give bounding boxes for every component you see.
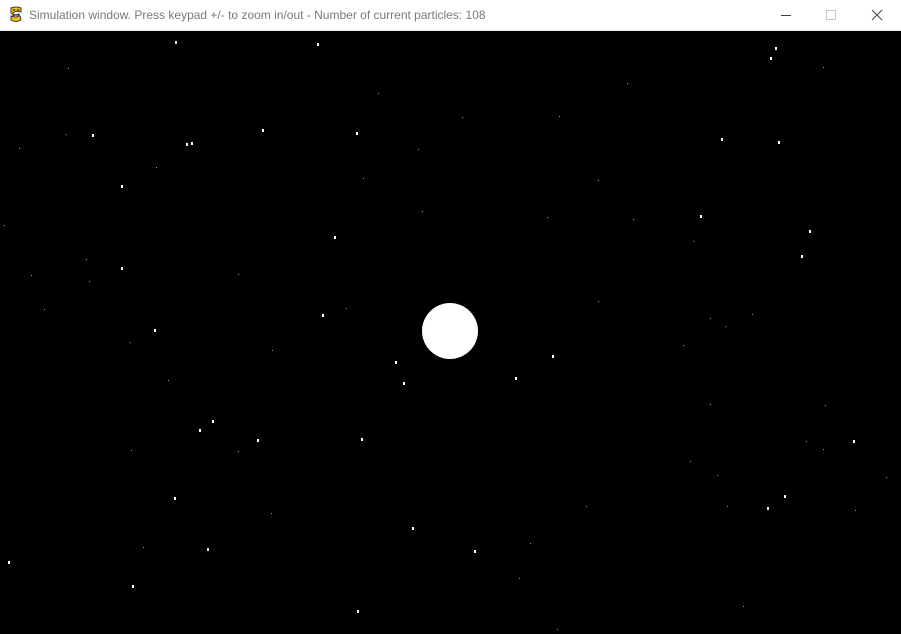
particle <box>633 219 634 220</box>
particle <box>752 314 753 315</box>
particle <box>683 345 684 346</box>
particle <box>855 510 856 511</box>
particle <box>598 180 599 181</box>
particle <box>778 141 780 144</box>
particle <box>474 550 476 553</box>
particle <box>207 548 209 551</box>
window-title: Simulation window. Press keypad +/- to z… <box>29 8 486 22</box>
particle <box>175 41 177 44</box>
particle <box>823 449 824 450</box>
particle <box>86 259 87 260</box>
particle <box>710 404 711 405</box>
maximize-icon <box>826 10 836 20</box>
particle <box>775 47 777 50</box>
pygame-snake-icon <box>10 6 22 22</box>
simulation-canvas[interactable] <box>0 31 901 634</box>
minimize-icon <box>781 15 791 16</box>
particle <box>66 134 67 135</box>
particle <box>130 342 131 343</box>
particle <box>806 441 807 442</box>
particle <box>191 142 193 145</box>
particle <box>186 143 188 146</box>
particle <box>557 629 558 630</box>
particle <box>886 477 887 478</box>
particle <box>598 301 599 302</box>
particle <box>395 361 397 364</box>
close-button[interactable] <box>854 0 900 30</box>
particle <box>272 350 273 351</box>
particle <box>363 178 364 179</box>
particle <box>262 129 264 132</box>
particle <box>690 461 691 462</box>
particle <box>767 507 769 510</box>
particle <box>853 440 855 443</box>
close-icon <box>871 9 883 21</box>
particle <box>8 561 10 564</box>
particle <box>4 225 5 226</box>
particle <box>154 329 156 332</box>
particle <box>552 355 554 358</box>
particle <box>131 450 132 451</box>
particle <box>403 382 405 385</box>
particle <box>346 308 347 309</box>
particle <box>121 267 123 270</box>
particle <box>271 513 272 514</box>
particle <box>725 326 726 327</box>
particle <box>422 211 423 212</box>
particle <box>68 68 69 69</box>
particle <box>559 116 560 117</box>
particle <box>418 149 419 150</box>
particle <box>238 274 239 275</box>
particle <box>530 543 531 544</box>
central-body <box>422 303 478 359</box>
particle <box>322 314 324 317</box>
minimize-button[interactable] <box>763 0 809 30</box>
particle <box>156 167 157 168</box>
particle <box>770 57 772 60</box>
particle <box>19 148 20 149</box>
particle <box>31 275 32 276</box>
particle <box>356 132 358 135</box>
particle <box>743 606 744 607</box>
particle <box>378 93 379 94</box>
particle <box>238 451 239 452</box>
particle <box>586 506 587 507</box>
particle <box>412 527 414 530</box>
particle <box>700 215 702 218</box>
particle <box>334 236 336 239</box>
particle <box>257 439 259 442</box>
particle <box>121 185 123 188</box>
particle <box>693 241 694 242</box>
particle <box>721 138 723 141</box>
particle <box>547 217 548 218</box>
particle <box>801 255 803 258</box>
particle <box>710 318 711 319</box>
maximize-button[interactable] <box>808 0 854 30</box>
particle <box>44 309 45 310</box>
particle <box>89 281 90 282</box>
particle <box>143 547 144 548</box>
particle <box>809 230 811 233</box>
particle <box>212 420 214 423</box>
particle <box>357 610 359 613</box>
particle <box>317 43 319 46</box>
title-bar[interactable]: Simulation window. Press keypad +/- to z… <box>0 0 901 31</box>
particle <box>174 497 176 500</box>
particle <box>727 506 728 507</box>
particle <box>823 67 824 68</box>
particle <box>717 475 718 476</box>
particle <box>92 134 94 137</box>
particle <box>132 585 134 588</box>
particle <box>168 380 169 381</box>
particle <box>462 117 463 118</box>
particle <box>519 578 520 579</box>
particle <box>784 495 786 498</box>
particle <box>825 405 826 406</box>
particle <box>515 377 517 380</box>
particle <box>199 429 201 432</box>
particle <box>627 83 628 84</box>
particle <box>361 438 363 441</box>
